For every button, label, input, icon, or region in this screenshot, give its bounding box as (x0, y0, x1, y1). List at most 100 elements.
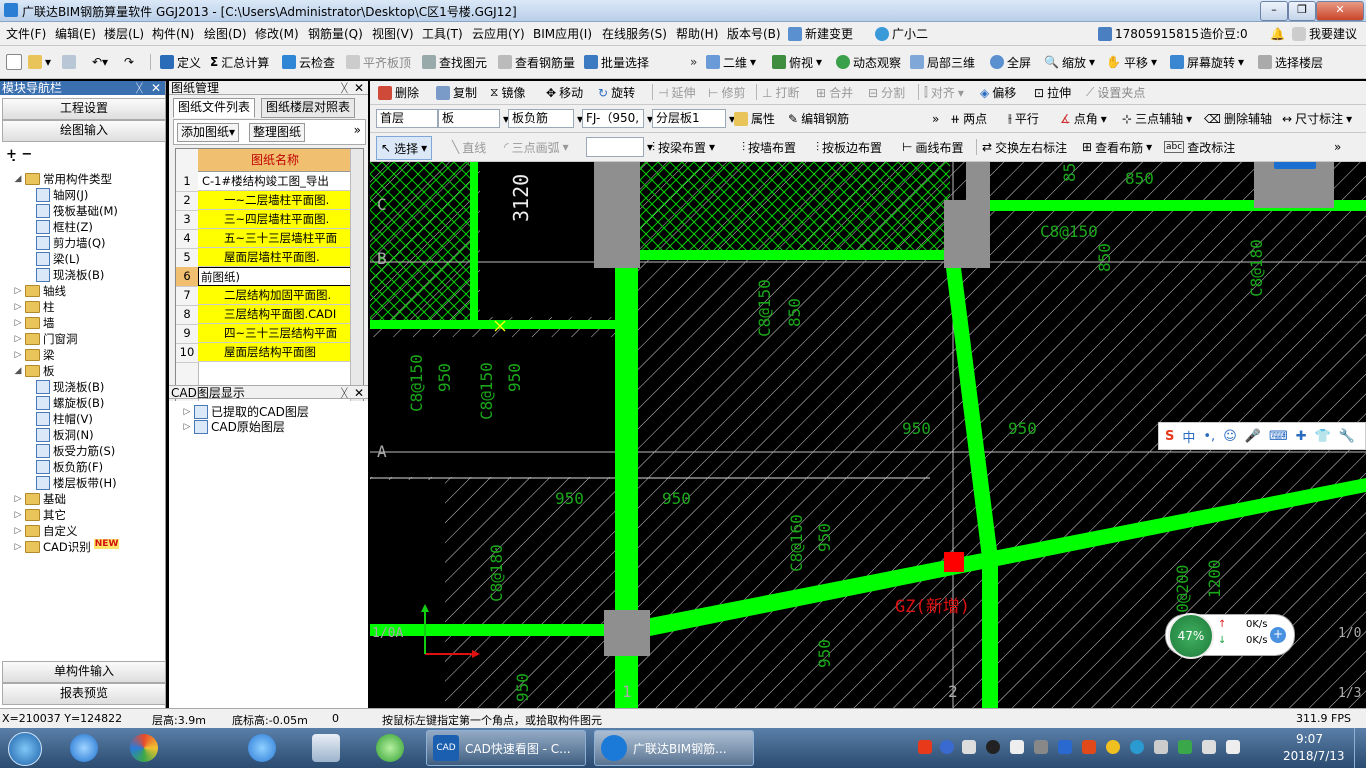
emoji-icon[interactable]: ☺ (1223, 429, 1237, 444)
view-layout-button[interactable]: ⊞ 查看布筋 ▾ (1082, 133, 1152, 161)
parallel-button[interactable]: ⫲ 平行 (1008, 105, 1039, 132)
break-button[interactable]: ⊥ 打断 (762, 81, 799, 104)
thermo-tray-icon[interactable] (1010, 740, 1024, 754)
draw-mode-dropdown[interactable]: ▾ (586, 133, 653, 161)
speaker-tray-icon[interactable] (1226, 740, 1240, 754)
menu-rebar[interactable]: 钢筋量(Q) (308, 22, 363, 45)
shield-tray-icon[interactable] (1178, 740, 1192, 754)
define-button[interactable]: 定义 (160, 46, 201, 78)
pin-icon[interactable]: ᚷ (136, 81, 143, 95)
trim-button[interactable]: ⊢ 修剪 (708, 81, 745, 104)
tree-item[interactable]: ▷ 墙 (14, 315, 55, 331)
menu-version[interactable]: 版本号(B) (727, 22, 781, 45)
view-2d-button[interactable]: 二维 ▾ (706, 46, 756, 78)
tab-floor-mapping[interactable]: 图纸楼层对照表 (261, 98, 356, 118)
layer-dropdown[interactable]: 分层板1 ▾ (652, 105, 735, 132)
expand-icon[interactable]: ▷ (14, 302, 22, 312)
drawing-canvas[interactable]: 3120 C8@150 C8@150 C8@150 C8@180 C8@150 … (370, 162, 1366, 708)
organize-drawing-button[interactable]: 整理图纸 (249, 123, 306, 142)
maximize-button[interactable]: ❐ (1288, 1, 1316, 21)
expand-icon[interactable]: ▷ (14, 510, 22, 520)
tree-item[interactable]: 梁(L) (36, 251, 80, 267)
tree-item[interactable]: 现浇板(B) (36, 267, 104, 283)
screen-rotate-button[interactable]: 屏幕旋转 ▾ (1170, 46, 1244, 78)
expand-icon[interactable]: ▷ (14, 542, 22, 552)
skin-icon[interactable]: 👕 (1315, 429, 1331, 444)
cad-close-icon[interactable]: ✕ (354, 386, 364, 400)
component-dropdown[interactable]: FJ-（950, ▾ (582, 105, 653, 132)
fullscreen-button[interactable]: 全屏 (990, 46, 1031, 78)
menu-guangxiaoer[interactable]: 广小二 (875, 22, 928, 45)
open-file-icon[interactable]: ▾ (28, 46, 51, 78)
bell-icon[interactable]: 🔔 (1270, 22, 1285, 45)
drawing-row[interactable]: 三~四层墙柱平面图. (198, 210, 352, 229)
properties-button[interactable]: 属性 (734, 105, 775, 132)
tree-item[interactable]: 螺旋板(B) (36, 395, 104, 411)
suggest-button[interactable]: 我要建议 (1292, 22, 1357, 45)
tree-item[interactable]: ◢ 常用构件类型 (14, 171, 112, 187)
mirror-button[interactable]: ⧖ 镜像 (490, 81, 525, 104)
point-angle-button[interactable]: ∡ 点角 ▾ (1060, 105, 1107, 132)
menu-new-change[interactable]: 新建变更 (788, 22, 853, 45)
ime-mode[interactable]: 中 (1182, 427, 1195, 446)
punctuation-icon[interactable]: •, (1203, 429, 1215, 444)
tree-item[interactable]: 筏板基础(M) (36, 203, 118, 219)
add-drawing-button[interactable]: 添加图纸▾ (177, 123, 240, 142)
drawing-row[interactable]: 前图纸) (198, 267, 352, 286)
drawing-row[interactable]: 四~三十三层结构平面 (198, 324, 352, 343)
qq-tray-icon[interactable] (986, 740, 1000, 754)
menu-floor[interactable]: 楼层(L) (104, 22, 144, 45)
more-chevron-1[interactable]: » (690, 46, 697, 78)
drawing-row[interactable]: 五~三十三层墙柱平面 (198, 229, 352, 248)
tree-item[interactable]: ▷ 基础 (14, 491, 66, 507)
tree-item[interactable]: ▷ 其它 (14, 507, 66, 523)
delete-axis-button[interactable]: ⌫ 删除辅轴 (1204, 105, 1272, 132)
single-component-input-button[interactable]: 单构件输入 (2, 661, 166, 683)
plus-icon[interactable]: + (1270, 627, 1286, 643)
dynamic-view-button[interactable]: 动态观察 (836, 46, 901, 78)
drawing-row[interactable]: C-1#楼结构竣工图_导出 (198, 172, 352, 191)
cloud-tray-icon[interactable] (1130, 740, 1144, 754)
ime-tools-icon[interactable]: ✚ (1296, 429, 1307, 444)
sogou-tray-icon[interactable] (918, 740, 932, 754)
subtype-dropdown[interactable]: 板负筋 ▾ (508, 105, 583, 132)
offset-button[interactable]: ◈ 偏移 (980, 81, 1016, 104)
menu-bim[interactable]: BIM应用(I) (533, 22, 592, 45)
redo-icon[interactable]: ↷ (124, 46, 134, 78)
volume-tray-icon[interactable] (1154, 740, 1168, 754)
tree-item[interactable]: ▷ 柱 (14, 299, 55, 315)
edit-rebar-button[interactable]: ✎ 编辑钢筋 (788, 105, 849, 132)
keyboard-icon[interactable]: ⌨ (1269, 429, 1288, 444)
cad-original-layers[interactable]: ▷ CAD原始图层 (183, 418, 285, 435)
user-phone[interactable]: 17805915815 (1098, 22, 1199, 45)
undo-icon[interactable]: ↶▾ (92, 46, 108, 78)
tree-item[interactable]: 剪力墙(Q) (36, 235, 106, 251)
minimize-button[interactable]: – (1260, 1, 1288, 21)
cost-beans[interactable]: 造价豆:0 (1200, 22, 1248, 45)
menu-cloud[interactable]: 云应用(Y) (472, 22, 525, 45)
more-chevron-2[interactable]: » (932, 105, 939, 132)
menu-component[interactable]: 构件(N) (152, 22, 194, 45)
search-overlay-button[interactable] (1274, 162, 1316, 169)
drawing-row[interactable]: 三层结构平面图.CADI (198, 305, 352, 324)
collapse-icon[interactable]: ◢ (14, 174, 22, 184)
merge-button[interactable]: ⊞ 合并 (816, 81, 853, 104)
menu-draw[interactable]: 绘图(D) (204, 22, 247, 45)
calculator-icon[interactable] (312, 734, 340, 762)
edit-labels-button[interactable]: abc 查改标注 (1164, 133, 1235, 161)
save-file-icon[interactable] (62, 46, 76, 78)
cad-pin-icon[interactable]: ᚷ (341, 386, 348, 400)
align-top-button[interactable]: 平齐板顶 (346, 46, 411, 78)
line-layout-button[interactable]: ⊢ 画线布置 (902, 133, 963, 161)
rotate-button[interactable]: ↻ 旋转 (598, 81, 635, 104)
tree-item[interactable]: ▷ 轴线 (14, 283, 66, 299)
view-rebar-button[interactable]: 查看钢筋量 (498, 46, 575, 78)
swap-labels-button[interactable]: ⇄ 交换左右标注 (982, 133, 1067, 161)
arc-tool[interactable]: ◜ 三点画弧 ▾ (504, 133, 569, 161)
show-desktop-button[interactable] (1354, 728, 1366, 768)
tree-item[interactable]: 板受力筋(S) (36, 443, 115, 459)
drawmgr-close-icon[interactable]: ✕ (354, 81, 364, 95)
extend-button[interactable]: ⊣ 延伸 (658, 81, 695, 104)
tree-item[interactable]: ◢ 板 (14, 363, 55, 379)
calc-button[interactable]: Σ 汇总计算 (210, 46, 269, 78)
